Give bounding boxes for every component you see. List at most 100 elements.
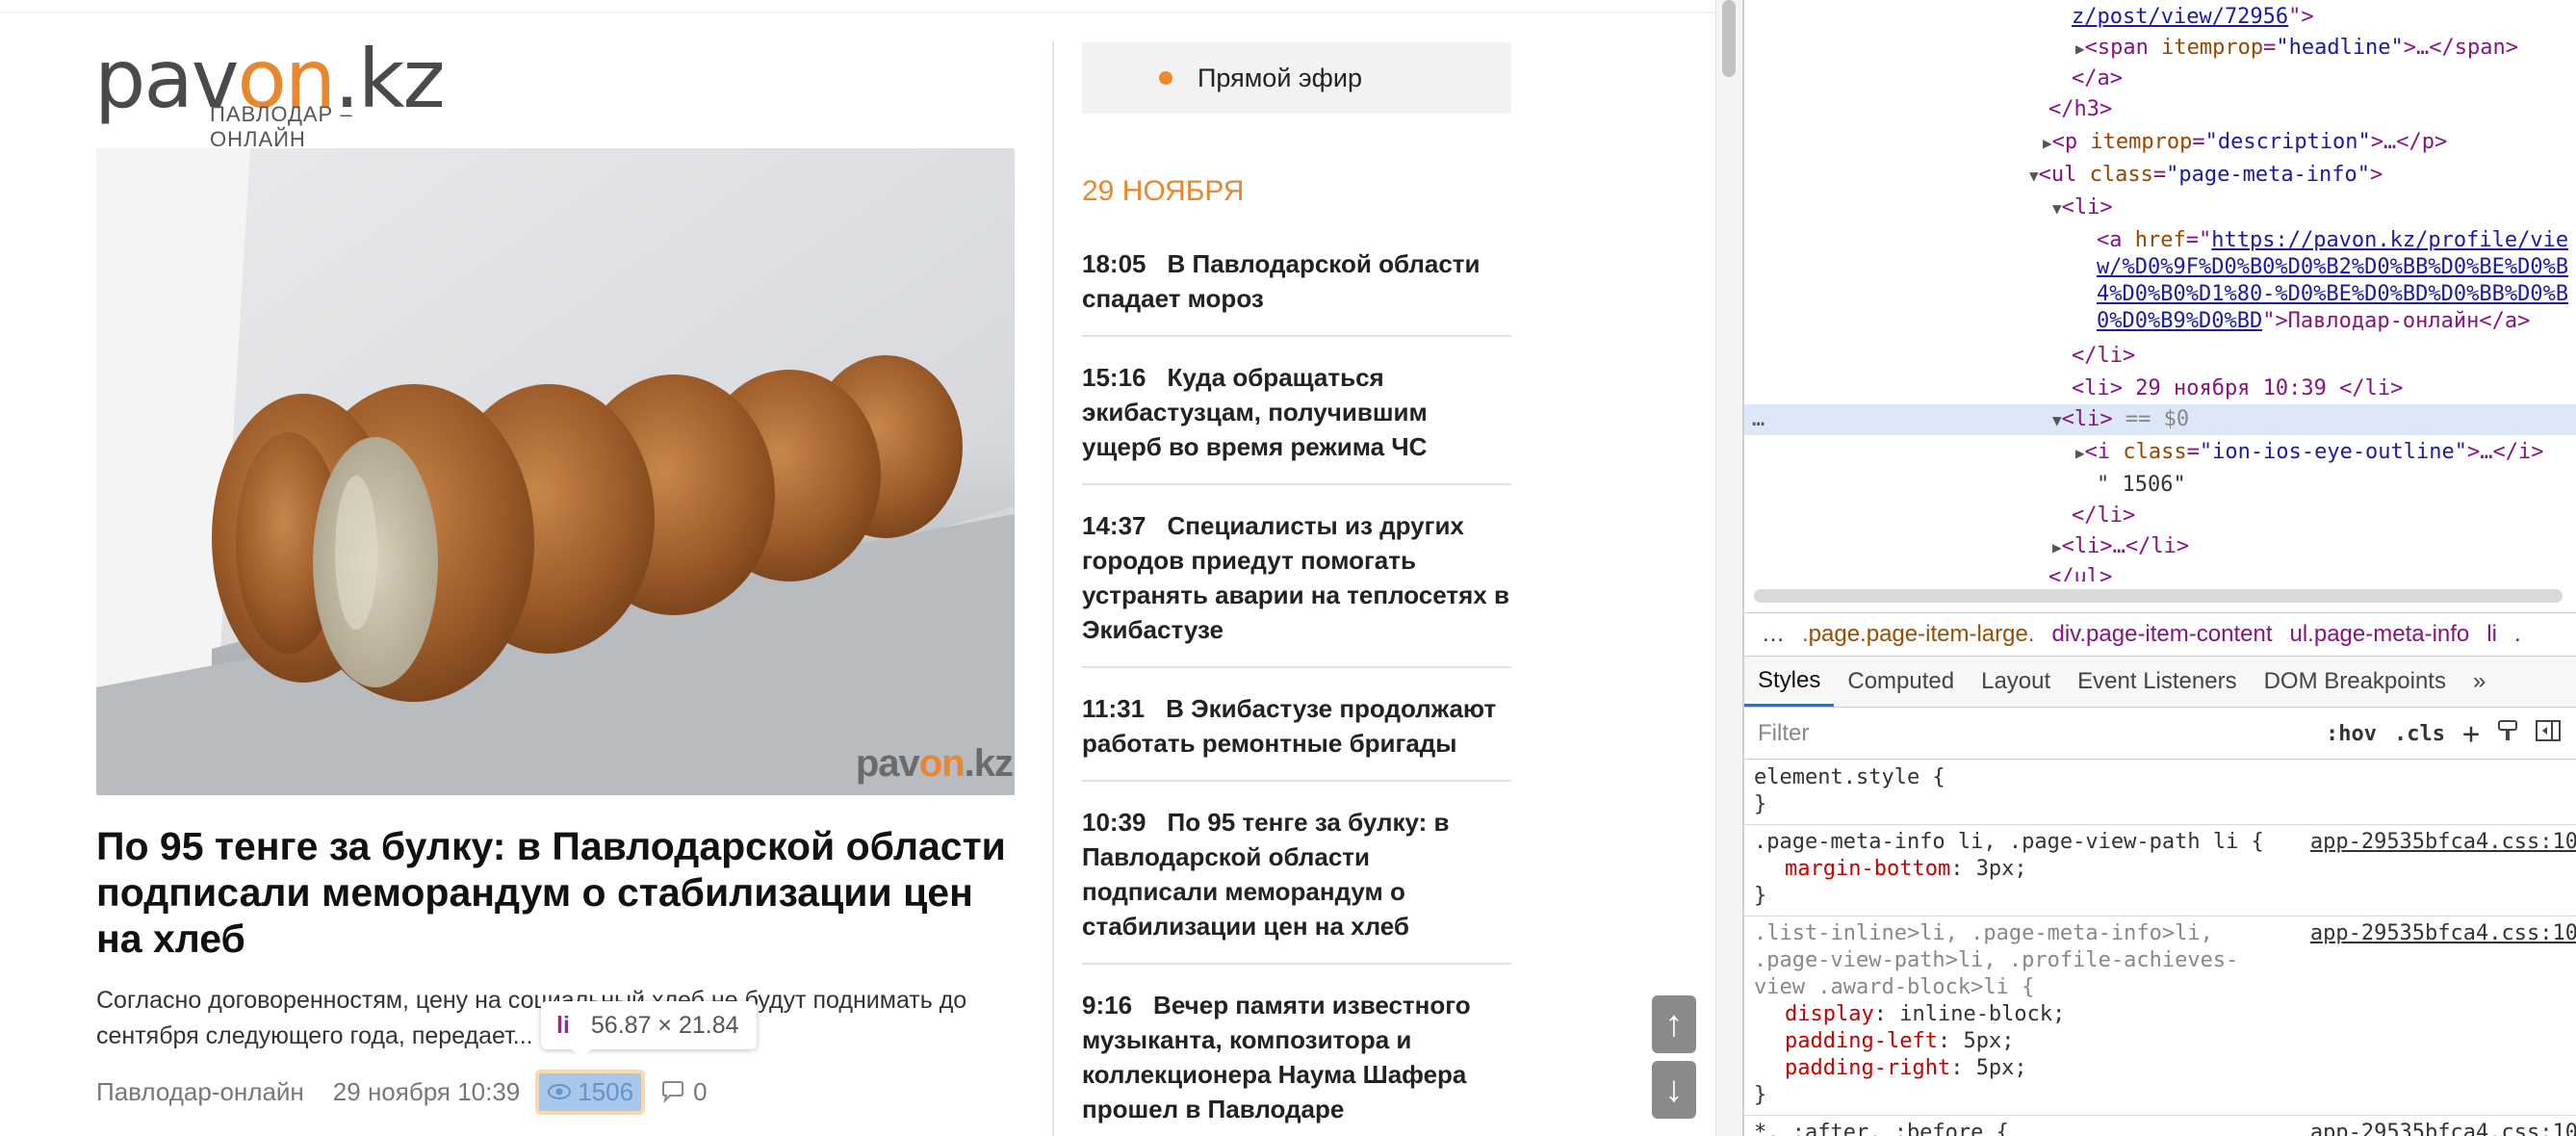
expand-arrow-icon[interactable]: ▶ xyxy=(2043,134,2052,152)
more-actions-icon[interactable]: … xyxy=(1752,404,1765,435)
live-label: Прямой эфир xyxy=(1198,63,1362,92)
article-image[interactable]: pavon.kz xyxy=(96,148,1015,795)
style-rule[interactable]: app-29535bfca4.css:10 .list-inline>li, .… xyxy=(1744,917,2576,1116)
style-rule[interactable]: app-29535bfca4.css:10 *, :after, :before… xyxy=(1744,1116,2576,1136)
dom-line[interactable]: ▶<i class="ion-ios-eye-outline">…</i> xyxy=(2075,437,2544,468)
image-watermark: pavon.kz xyxy=(855,742,1014,785)
comments-count: 0 xyxy=(693,1076,708,1106)
tab-event-listeners[interactable]: Event Listeners xyxy=(2064,657,2250,707)
collapse-arrow-icon[interactable]: ▼ xyxy=(2052,199,2062,218)
collapse-arrow-icon[interactable]: ▼ xyxy=(2029,167,2039,185)
toggle-sidebar-icon[interactable] xyxy=(2536,719,2561,748)
live-dot-icon xyxy=(1159,71,1172,85)
breadcrumb-item[interactable]: … xyxy=(1762,621,1785,648)
news-time: 11:31 xyxy=(1082,694,1146,723)
expand-arrow-icon[interactable]: ▶ xyxy=(2075,39,2085,58)
tooltip-dimensions: 56.87 × 21.84 xyxy=(590,1011,739,1039)
website-viewport: pavon.kz ПАВЛОДАР – ОНЛАЙН pavon.kz По 9… xyxy=(0,0,1715,1136)
page-scrollbar[interactable] xyxy=(1715,0,1743,1136)
breadcrumb-item[interactable]: ul.page-meta-info xyxy=(2290,621,2470,648)
dom-line[interactable]: <li> 29 ноября 10:39 </li> xyxy=(2072,374,2403,404)
news-time: 18:05 xyxy=(1082,249,1146,278)
paint-brush-icon[interactable] xyxy=(2497,719,2518,748)
rule-close: } xyxy=(1754,792,1767,816)
rule-declaration[interactable]: display: inline-block; xyxy=(1754,1001,2568,1028)
bread-photo xyxy=(96,148,1015,795)
news-item[interactable]: 10:39 По 95 тенге за булку: в Павлодарско… xyxy=(1082,805,1511,965)
article-title[interactable]: По 95 тенге за булку: в Павлодарской обл… xyxy=(96,823,1020,962)
rule-selector: element.style { xyxy=(1754,765,1945,789)
news-day-heading: 29 НОЯБРЯ xyxy=(1082,175,1245,207)
news-time: 9:16 xyxy=(1082,991,1133,1020)
elements-horizontal-scrollbar[interactable] xyxy=(1754,589,2563,603)
expand-arrow-icon[interactable]: ▶ xyxy=(2052,538,2062,556)
news-item[interactable]: 18:05 В Павлодарской области спадает моро… xyxy=(1082,246,1511,337)
news-item[interactable]: 9:16 Вечер памяти известного музыканта, к… xyxy=(1082,988,1511,1136)
news-item[interactable]: 15:16 Куда обращаться экибастузцам, получ… xyxy=(1082,360,1511,485)
dom-line[interactable]: ▶<p itemprop="description">…</p> xyxy=(2043,127,2447,158)
rule-declaration[interactable]: margin-bottom: 3px; xyxy=(1754,856,2568,883)
expand-arrow-icon[interactable]: ▶ xyxy=(2075,444,2085,462)
scroll-up-button[interactable]: ↑ xyxy=(1652,995,1696,1053)
rule-source-link[interactable]: app-29535bfca4.css:10 xyxy=(2310,920,2576,947)
breadcrumb-item[interactable]: div.page-item-content xyxy=(2051,621,2272,648)
tab-computed[interactable]: Computed xyxy=(1834,657,1968,707)
article-author[interactable]: Павлодар-онлайн xyxy=(96,1077,304,1107)
dom-line[interactable]: </li> xyxy=(2072,341,2135,372)
tab-dom-breakpoints[interactable]: DOM Breakpoints xyxy=(2251,657,2460,707)
comments-counter[interactable]: 0 xyxy=(660,1076,708,1107)
news-item[interactable]: 14:37 Специалисты из других городов приед… xyxy=(1082,508,1511,668)
rule-close: } xyxy=(1754,884,1767,908)
scroll-down-button[interactable]: ↓ xyxy=(1652,1061,1696,1119)
styles-rules: element.style { } app-29535bfca4.css:10 … xyxy=(1744,761,2576,1136)
devtools-subtabs: Styles Computed Layout Event Listeners D… xyxy=(1744,657,2576,708)
dom-line[interactable]: </li> xyxy=(2072,501,2135,531)
breadcrumb-item[interactable]: .page.page-item-large. xyxy=(1802,621,2034,648)
add-rule-icon[interactable]: + xyxy=(2462,717,2480,751)
dom-line[interactable]: ▼<ul class="page-meta-info"> xyxy=(2029,160,2383,191)
collapse-arrow-icon[interactable]: ▼ xyxy=(2052,411,2062,429)
dom-line[interactable]: 0%D0%B9%D0%BD">Павлодар-онлайн</a> xyxy=(2097,306,2530,337)
hov-toggle[interactable]: :hov xyxy=(2326,722,2377,746)
tab-layout[interactable]: Layout xyxy=(1968,657,2064,707)
inspect-tooltip: li 56.87 × 21.84 xyxy=(541,1001,757,1059)
page-scrollbar-thumb[interactable] xyxy=(1722,0,1736,77)
top-border xyxy=(0,12,1715,13)
rule-source-link[interactable]: app-29535bfca4.css:10 xyxy=(2310,1120,2576,1136)
styles-filter-input[interactable]: Filter xyxy=(1758,720,2326,747)
dom-line[interactable]: </h3> xyxy=(2048,94,2112,125)
tooltip-tag: li xyxy=(556,1011,570,1039)
rule-close: } xyxy=(1754,1083,1767,1107)
rule-selector: .list-inline>li, .page-meta-info>li, .pa… xyxy=(1754,921,2239,999)
dom-line[interactable]: ▶<span itemprop="headline">…</span> xyxy=(2075,33,2518,64)
style-rule[interactable]: app-29535bfca4.css:10 .page-meta-info li… xyxy=(1744,825,2576,917)
views-count: 1506 xyxy=(578,1076,634,1106)
site-logo[interactable]: pavon.kz ПАВЛОДАР – ОНЛАЙН xyxy=(94,39,446,151)
dom-line[interactable]: </a> xyxy=(2072,64,2123,94)
news-feed: 18:05 В Павлодарской области спадает моро… xyxy=(1082,246,1511,1136)
rule-declaration[interactable]: padding-left: 5px; xyxy=(1754,1028,2568,1055)
rule-source-link[interactable]: app-29535bfca4.css:10 xyxy=(2310,829,2576,856)
news-title: Вечер памяти известного музыканта, компо… xyxy=(1082,991,1471,1123)
more-tabs-button[interactable]: » xyxy=(2460,657,2499,707)
dom-line[interactable]: </ul> xyxy=(2048,562,2112,581)
breadcrumb-item[interactable]: li xyxy=(2486,621,2497,648)
news-item[interactable]: 11:31 В Экибастузе продолжают работать ре… xyxy=(1082,691,1511,782)
logo-tagline: ПАВЛОДАР – ОНЛАЙН xyxy=(210,102,353,151)
breadcrumb-item[interactable]: . xyxy=(2514,621,2521,648)
dom-line-selected[interactable]: … ▼<li> == $0 xyxy=(1744,404,2576,435)
eye-icon xyxy=(548,1084,572,1099)
dom-line[interactable]: ▼<li> xyxy=(2052,193,2113,223)
news-time: 15:16 xyxy=(1082,363,1146,392)
devtools-panel: z/post/view/72956"> ▶<span itemprop="hea… xyxy=(1742,0,2576,1136)
rule-declaration[interactable]: padding-right: 5px; xyxy=(1754,1055,2568,1082)
news-time: 14:37 xyxy=(1082,511,1146,540)
style-rule[interactable]: element.style { } xyxy=(1744,761,2576,825)
dom-line[interactable]: z/post/view/72956"> xyxy=(2072,2,2314,33)
tab-styles[interactable]: Styles xyxy=(1744,657,1835,707)
cls-toggle[interactable]: .cls xyxy=(2394,722,2445,746)
article-date: 29 ноября 10:39 xyxy=(332,1076,521,1106)
live-broadcast-button[interactable]: Прямой эфир xyxy=(1082,42,1511,114)
dom-line[interactable]: " 1506" xyxy=(2097,470,2186,501)
dom-line[interactable]: ▶<li>…</li> xyxy=(2052,531,2189,562)
